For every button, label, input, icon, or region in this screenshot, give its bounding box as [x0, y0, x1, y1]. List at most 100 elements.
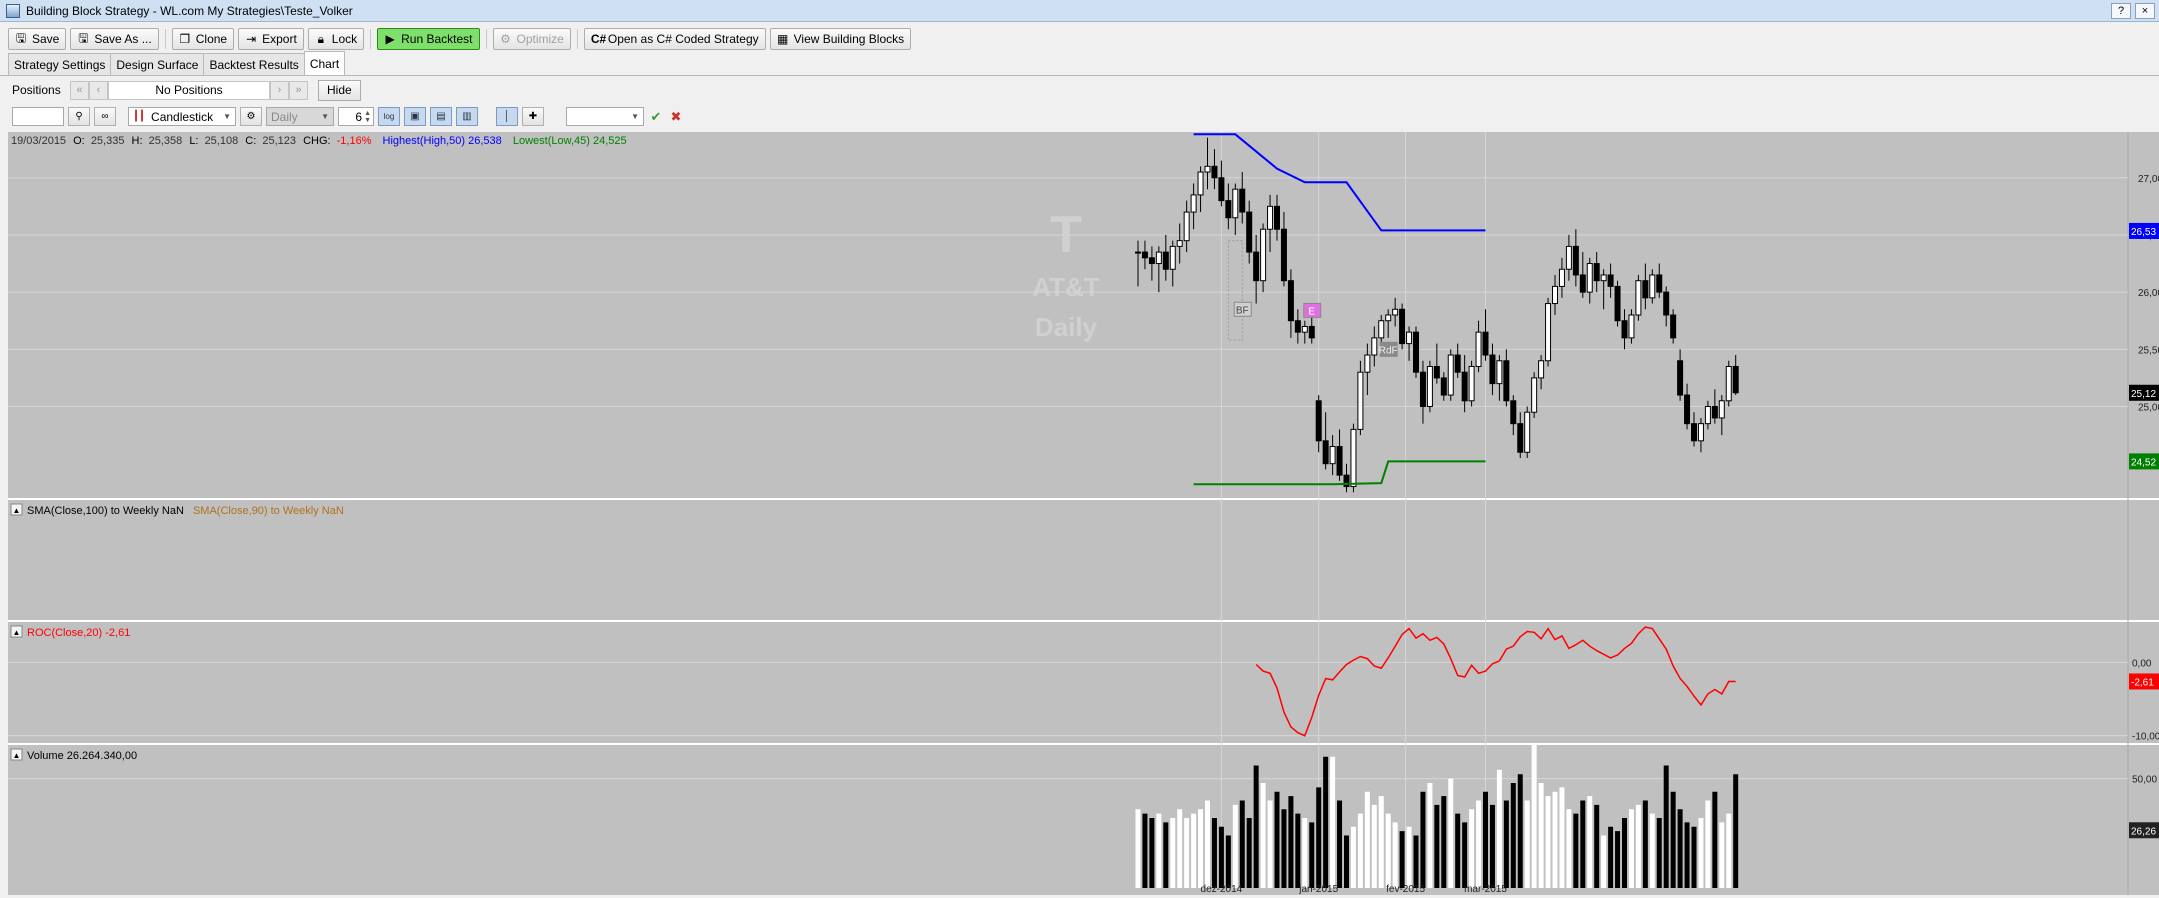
link-icon[interactable]: ∞: [94, 107, 116, 126]
blocks-icon: ▦: [776, 32, 789, 46]
camera-icon[interactable]: ▣: [404, 107, 426, 126]
candle-body: [1565, 245, 1572, 270]
next-position-button[interactable]: ›: [270, 80, 289, 100]
candle-body: [1155, 251, 1162, 265]
hide-button[interactable]: Hide: [318, 79, 361, 101]
candle-body: [1475, 331, 1482, 367]
chart-style-settings-icon[interactable]: ⚙: [240, 107, 262, 126]
candlestick-icon: ┃┃: [133, 111, 146, 122]
candle-body: [1635, 280, 1642, 316]
volume-bar: [1357, 813, 1363, 888]
candle-body: [1503, 360, 1510, 402]
pane-layout-icon[interactable]: ▤: [430, 107, 452, 126]
triangle-up-icon: ▲: [13, 628, 21, 637]
main-toolbar: 🖫 Save 🖫 Save As ... ❐ Clone ⇥ Export 🔒︎ Lock…: [0, 24, 2159, 54]
candle-body: [1371, 337, 1378, 356]
cancel-icon[interactable]: ✖: [668, 109, 684, 125]
export-icon: ⇥: [246, 32, 257, 46]
csharp-icon: C#: [590, 32, 607, 46]
last-position-button[interactable]: »: [289, 80, 308, 100]
first-position-button[interactable]: «: [70, 80, 89, 100]
triangle-up-icon: ▲: [13, 751, 21, 760]
volume-bar: [1364, 791, 1370, 888]
candle-body: [1426, 365, 1433, 407]
bar-spacing-stepper[interactable]: 6 ▲ ▼: [338, 107, 374, 126]
chart-area[interactable]: T AT&T Daily BFERdF 27,0026,5026,0025,50…: [8, 132, 2159, 895]
floppy-icon: 🖫: [15, 30, 27, 45]
tab-chart[interactable]: Chart: [303, 51, 346, 75]
candle-body: [1239, 188, 1246, 213]
lock-icon: 🔒︎: [317, 31, 324, 46]
header-change: -1,16%: [337, 135, 372, 147]
volume-bar: [1337, 800, 1343, 888]
clone-button[interactable]: ❐ Clone: [171, 28, 235, 50]
volume-bar: [1344, 835, 1349, 888]
candle-body: [1280, 228, 1287, 282]
scale-dropdown[interactable]: Daily ▼: [266, 107, 334, 126]
highest-value-label: 26,53: [2131, 227, 2156, 238]
volume-bar: [1142, 813, 1148, 888]
candle-body: [1336, 446, 1343, 476]
watermark-name: AT&T: [1032, 272, 1100, 302]
export-button[interactable]: ⇥ Export: [238, 28, 304, 50]
candle-body: [1711, 406, 1718, 419]
volume-bar: [1316, 787, 1322, 888]
chart-style-dropdown[interactable]: ┃┃ Candlestick ▼: [128, 107, 236, 126]
close-value-label: 25,12: [2131, 389, 2156, 400]
header-low: 25,108: [205, 135, 239, 147]
candle-body: [1433, 365, 1440, 379]
chevron-down-icon: ▼: [321, 112, 329, 121]
close-button[interactable]: ×: [2135, 3, 2155, 19]
help-button[interactable]: ?: [2111, 3, 2131, 19]
volume-bar: [1726, 813, 1732, 888]
volume-bar: [1448, 778, 1454, 888]
drawing-tool-dropdown[interactable]: ▼: [566, 107, 644, 126]
candle-body: [1148, 257, 1155, 265]
roc-label: ROC(Close,20) -2,61: [27, 627, 130, 639]
tab-strategy-settings[interactable]: Strategy Settings: [8, 53, 112, 75]
log-scale-button[interactable]: log: [378, 107, 400, 126]
prev-position-button[interactable]: ‹: [89, 80, 108, 100]
open-csharp-button[interactable]: C# Open as C# Coded Strategy: [583, 28, 766, 50]
save-as-button[interactable]: 🖫 Save As ...: [70, 28, 159, 50]
candle-body: [1392, 308, 1399, 316]
triangle-up-icon: ▲: [13, 506, 21, 515]
volume-bar: [1163, 822, 1169, 888]
symbol-input[interactable]: [12, 107, 64, 126]
find-icon[interactable]: ⚲: [68, 107, 90, 126]
save-button[interactable]: 🖫 Save: [8, 28, 67, 50]
optimize-label: Optimize: [516, 32, 564, 46]
lowest-value-label: 24,52: [2131, 457, 2156, 468]
volume-tick-label: 50,00: [2132, 775, 2157, 786]
tab-design-surface[interactable]: Design Surface: [110, 53, 205, 75]
window-layout-icon[interactable]: ▥: [456, 107, 478, 126]
volume-bar: [1260, 783, 1266, 888]
check-icon[interactable]: ✔: [648, 109, 664, 125]
candle-body: [1350, 428, 1357, 488]
candle-body: [1496, 360, 1503, 385]
run-backtest-button[interactable]: ▶ Run Backtest: [377, 28, 480, 50]
candle-body: [1141, 251, 1148, 259]
candle-body: [1301, 325, 1308, 333]
volume-bar: [1191, 813, 1197, 888]
roc-pane: [8, 622, 2159, 743]
candle-body: [1162, 251, 1169, 270]
volume-bar: [1635, 804, 1641, 888]
candle-body: [1406, 331, 1413, 345]
lock-button[interactable]: 🔒︎ Lock: [307, 28, 365, 50]
crosshair-icon[interactable]: ✚: [522, 107, 544, 126]
volume-bar: [1177, 809, 1183, 888]
optimize-button[interactable]: ⚙ Optimize: [492, 28, 571, 50]
volume-bar: [1656, 818, 1662, 888]
view-building-blocks-button[interactable]: ▦ View Building Blocks: [769, 28, 912, 50]
volume-bar: [1712, 791, 1718, 888]
tab-backtest-results[interactable]: Backtest Results: [203, 53, 305, 75]
volume-bar: [1517, 774, 1523, 888]
volume-bar: [1573, 813, 1579, 888]
signal-label-bf: BF: [1236, 305, 1249, 316]
price-tick-label: 25,50: [2138, 345, 2159, 356]
volume-bar: [1684, 822, 1690, 888]
cursor-line-icon[interactable]: │: [496, 107, 518, 126]
save-as-label: Save As ...: [94, 32, 152, 46]
volume-bar: [1239, 800, 1245, 888]
